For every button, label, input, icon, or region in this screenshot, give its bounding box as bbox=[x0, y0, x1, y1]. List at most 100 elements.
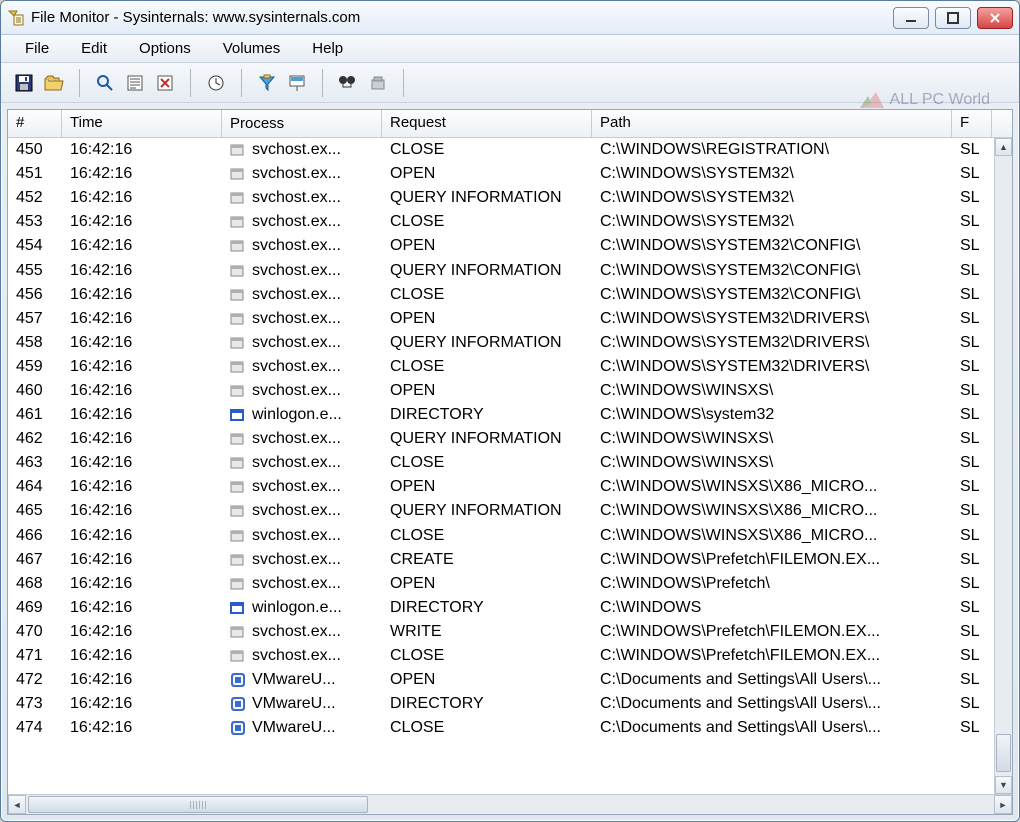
column-header-num[interactable]: # bbox=[8, 110, 62, 137]
filter-icon[interactable] bbox=[254, 70, 280, 96]
column-header-request[interactable]: Request bbox=[382, 110, 592, 137]
process-icon bbox=[230, 263, 246, 279]
cell-result: SL bbox=[952, 189, 992, 207]
autoscroll-icon[interactable] bbox=[122, 70, 148, 96]
cell-process: VMwareU... bbox=[222, 719, 382, 737]
menu-options[interactable]: Options bbox=[125, 38, 205, 59]
scroll-up-icon[interactable]: ▲ bbox=[995, 138, 1012, 156]
table-row[interactable]: 45416:42:16svchost.ex...OPENC:\WINDOWS\S… bbox=[8, 234, 1012, 258]
highlight-icon[interactable] bbox=[284, 70, 310, 96]
capture-icon[interactable] bbox=[92, 70, 118, 96]
cell-process: svchost.ex... bbox=[222, 502, 382, 520]
table-row[interactable]: 45016:42:16svchost.ex...CLOSEC:\WINDOWS\… bbox=[8, 138, 1012, 162]
table-row[interactable]: 46916:42:16winlogon.e...DIRECTORYC:\WIND… bbox=[8, 596, 1012, 620]
jump-icon[interactable] bbox=[365, 70, 391, 96]
table-row[interactable]: 47216:42:16VMwareU...OPENC:\Documents an… bbox=[8, 668, 1012, 692]
cell-time: 16:42:16 bbox=[62, 575, 222, 593]
menu-edit[interactable]: Edit bbox=[67, 38, 121, 59]
maximize-button[interactable] bbox=[935, 7, 971, 29]
menu-volumes[interactable]: Volumes bbox=[209, 38, 295, 59]
find-icon[interactable] bbox=[335, 70, 361, 96]
table-row[interactable]: 45716:42:16svchost.ex...OPENC:\WINDOWS\S… bbox=[8, 307, 1012, 331]
cell-path: C:\WINDOWS bbox=[592, 599, 952, 617]
process-icon bbox=[230, 311, 246, 327]
cell-num: 463 bbox=[8, 454, 62, 472]
table-row[interactable]: 46616:42:16svchost.ex...CLOSEC:\WINDOWS\… bbox=[8, 524, 1012, 548]
clear-icon[interactable] bbox=[152, 70, 178, 96]
time-icon[interactable] bbox=[203, 70, 229, 96]
cell-path: C:\WINDOWS\SYSTEM32\ bbox=[592, 165, 952, 183]
cell-num: 453 bbox=[8, 213, 62, 231]
minimize-button[interactable] bbox=[893, 7, 929, 29]
column-header-process[interactable]: Process bbox=[222, 110, 382, 137]
cell-num: 464 bbox=[8, 478, 62, 496]
table-row[interactable]: 47016:42:16svchost.ex...WRITEC:\WINDOWS\… bbox=[8, 620, 1012, 644]
table-row[interactable]: 46316:42:16svchost.ex...CLOSEC:\WINDOWS\… bbox=[8, 451, 1012, 475]
cell-request: QUERY INFORMATION bbox=[382, 502, 592, 520]
process-icon bbox=[230, 335, 246, 351]
column-header-path[interactable]: Path bbox=[592, 110, 952, 137]
scroll-thumb[interactable] bbox=[996, 734, 1011, 772]
table-row[interactable]: 45916:42:16svchost.ex...CLOSEC:\WINDOWS\… bbox=[8, 355, 1012, 379]
table-row[interactable]: 46116:42:16winlogon.e...DIRECTORYC:\WIND… bbox=[8, 403, 1012, 427]
listview-rows[interactable]: 45016:42:16svchost.ex...CLOSEC:\WINDOWS\… bbox=[8, 138, 1012, 814]
table-row[interactable]: 46016:42:16svchost.ex...OPENC:\WINDOWS\W… bbox=[8, 379, 1012, 403]
table-row[interactable]: 46816:42:16svchost.ex...OPENC:\WINDOWS\P… bbox=[8, 572, 1012, 596]
cell-time: 16:42:16 bbox=[62, 334, 222, 352]
scroll-left-icon[interactable]: ◄ bbox=[8, 795, 26, 814]
vertical-scrollbar[interactable]: ▲ ▼ bbox=[994, 138, 1012, 794]
table-row[interactable]: 46516:42:16svchost.ex...QUERY INFORMATIO… bbox=[8, 499, 1012, 523]
table-row[interactable]: 47416:42:16VMwareU...CLOSEC:\Documents a… bbox=[8, 716, 1012, 740]
menu-file[interactable]: File bbox=[11, 38, 63, 59]
cell-num: 469 bbox=[8, 599, 62, 617]
table-row[interactable]: 45516:42:16svchost.ex...QUERY INFORMATIO… bbox=[8, 258, 1012, 282]
cell-num: 455 bbox=[8, 262, 62, 280]
table-row[interactable]: 47316:42:16VMwareU...DIRECTORYC:\Documen… bbox=[8, 692, 1012, 716]
cell-path: C:\Documents and Settings\All Users\... bbox=[592, 671, 952, 689]
cell-request: QUERY INFORMATION bbox=[382, 262, 592, 280]
cell-num: 470 bbox=[8, 623, 62, 641]
scroll-right-icon[interactable]: ► bbox=[994, 795, 1012, 814]
table-row[interactable]: 45816:42:16svchost.ex...QUERY INFORMATIO… bbox=[8, 331, 1012, 355]
cell-num: 461 bbox=[8, 406, 62, 424]
cell-result: SL bbox=[952, 551, 992, 569]
table-row[interactable]: 45616:42:16svchost.ex...CLOSEC:\WINDOWS\… bbox=[8, 283, 1012, 307]
cell-time: 16:42:16 bbox=[62, 647, 222, 665]
cell-request: QUERY INFORMATION bbox=[382, 334, 592, 352]
scroll-down-icon[interactable]: ▼ bbox=[995, 776, 1012, 794]
cell-process: svchost.ex... bbox=[222, 310, 382, 328]
cell-path: C:\WINDOWS\WINSXS\ bbox=[592, 382, 952, 400]
cell-result: SL bbox=[952, 406, 992, 424]
window-controls bbox=[893, 7, 1013, 29]
cell-path: C:\WINDOWS\WINSXS\X86_MICRO... bbox=[592, 478, 952, 496]
cell-process: svchost.ex... bbox=[222, 527, 382, 545]
close-button[interactable] bbox=[977, 7, 1013, 29]
process-icon bbox=[230, 287, 246, 303]
save-icon[interactable] bbox=[11, 70, 37, 96]
table-row[interactable]: 47116:42:16svchost.ex...CLOSEC:\WINDOWS\… bbox=[8, 644, 1012, 668]
column-header-result[interactable]: F bbox=[952, 110, 992, 137]
table-row[interactable]: 46216:42:16svchost.ex...QUERY INFORMATIO… bbox=[8, 427, 1012, 451]
table-row[interactable]: 45116:42:16svchost.ex...OPENC:\WINDOWS\S… bbox=[8, 162, 1012, 186]
cell-num: 451 bbox=[8, 165, 62, 183]
cell-process: svchost.ex... bbox=[222, 358, 382, 376]
table-row[interactable]: 45316:42:16svchost.ex...CLOSEC:\WINDOWS\… bbox=[8, 210, 1012, 234]
menu-help[interactable]: Help bbox=[298, 38, 357, 59]
titlebar[interactable]: File Monitor - Sysinternals: www.sysinte… bbox=[1, 1, 1019, 35]
table-row[interactable]: 45216:42:16svchost.ex...QUERY INFORMATIO… bbox=[8, 186, 1012, 210]
cell-path: C:\WINDOWS\SYSTEM32\DRIVERS\ bbox=[592, 358, 952, 376]
table-row[interactable]: 46716:42:16svchost.ex...CREATEC:\WINDOWS… bbox=[8, 548, 1012, 572]
horizontal-scrollbar[interactable]: ◄ ► bbox=[8, 794, 1012, 814]
cell-path: C:\WINDOWS\SYSTEM32\DRIVERS\ bbox=[592, 310, 952, 328]
hscroll-thumb[interactable] bbox=[28, 796, 368, 813]
app-icon bbox=[7, 9, 25, 27]
cell-time: 16:42:16 bbox=[62, 623, 222, 641]
open-icon[interactable] bbox=[41, 70, 67, 96]
cell-path: C:\WINDOWS\Prefetch\FILEMON.EX... bbox=[592, 551, 952, 569]
cell-num: 460 bbox=[8, 382, 62, 400]
process-icon bbox=[230, 190, 246, 206]
column-header-time[interactable]: Time bbox=[62, 110, 222, 137]
cell-num: 472 bbox=[8, 671, 62, 689]
table-row[interactable]: 46416:42:16svchost.ex...OPENC:\WINDOWS\W… bbox=[8, 475, 1012, 499]
cell-path: C:\WINDOWS\SYSTEM32\CONFIG\ bbox=[592, 286, 952, 304]
